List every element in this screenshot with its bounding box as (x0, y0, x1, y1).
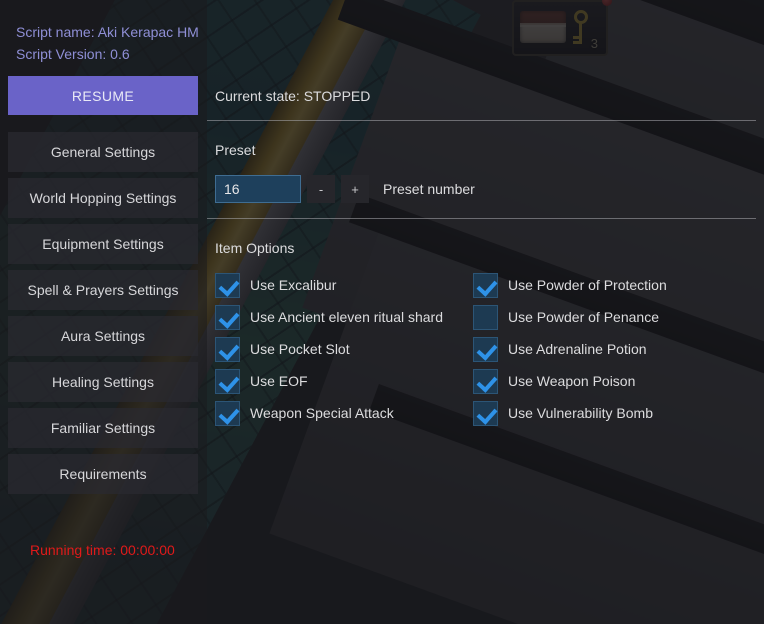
option-use-powder-of-protection[interactable]: Use Powder of Protection (473, 272, 713, 298)
section-divider (207, 120, 756, 121)
sidebar-item-label: General Settings (50, 144, 156, 160)
sidebar-item-healing-settings[interactable]: Healing Settings (8, 362, 198, 402)
option-label: Use Ancient eleven ritual shard (250, 309, 443, 325)
sidebar-item-general-settings[interactable]: General Settings (8, 132, 198, 172)
sidebar-item-spell-prayers-settings[interactable]: Spell & Prayers Settings (8, 270, 198, 310)
checkbox-icon[interactable] (215, 336, 240, 362)
option-label: Use Excalibur (250, 277, 337, 293)
sidebar-item-label: Aura Settings (60, 328, 146, 344)
checkbox-icon[interactable] (473, 336, 498, 362)
sidebar-item-label: Healing Settings (52, 374, 154, 390)
option-use-vulnerability-bomb[interactable]: Use Vulnerability Bomb (473, 400, 713, 426)
checkbox-icon[interactable] (473, 400, 498, 426)
minus-icon: - (318, 181, 324, 197)
script-name-label: Script name: Aki Kerapac HM (16, 24, 199, 40)
sidebar-item-label: Requirements (59, 466, 147, 482)
option-use-pocket-slot[interactable]: Use Pocket Slot (215, 336, 455, 362)
preset-increment-button[interactable]: + (341, 175, 369, 203)
preset-number-input[interactable] (215, 175, 301, 203)
preset-number-caption: Preset number (383, 181, 475, 197)
option-label: Use EOF (250, 373, 308, 389)
option-label: Use Adrenaline Potion (508, 341, 647, 357)
option-weapon-special-attack[interactable]: Weapon Special Attack (215, 400, 455, 426)
resume-button-label: RESUME (71, 87, 135, 104)
resume-button[interactable]: RESUME (8, 76, 198, 115)
option-use-ancient-eleven-ritual-shard[interactable]: Use Ancient eleven ritual shard (215, 304, 455, 330)
checkbox-icon[interactable] (215, 368, 240, 394)
option-use-eof[interactable]: Use EOF (215, 368, 455, 394)
app-window: 3 Script name: Aki Kerapac HM Script Ver… (0, 0, 764, 624)
sidebar-item-label: Spell & Prayers Settings (27, 282, 179, 298)
checkbox-icon[interactable] (215, 304, 240, 330)
script-metadata: Script name: Aki Kerapac HM Script Versi… (16, 21, 199, 65)
plus-icon: + (351, 181, 359, 197)
option-label: Use Weapon Poison (508, 373, 636, 389)
sidebar-item-requirements[interactable]: Requirements (8, 454, 198, 494)
preset-control-row: - + Preset number (215, 175, 475, 203)
preset-section-label: Preset (215, 142, 256, 158)
option-label: Use Pocket Slot (250, 341, 350, 357)
option-label: Use Powder of Penance (508, 309, 659, 325)
sidebar-item-familiar-settings[interactable]: Familiar Settings (8, 408, 198, 448)
sidebar-item-label: World Hopping Settings (29, 190, 177, 206)
preset-decrement-button[interactable]: - (307, 175, 335, 203)
checkbox-icon[interactable] (473, 304, 498, 330)
checkbox-icon[interactable] (473, 368, 498, 394)
checkbox-icon[interactable] (215, 400, 240, 426)
item-options-grid: Use Excalibur Use Powder of Protection U… (215, 272, 755, 426)
checkbox-icon[interactable] (473, 272, 498, 298)
option-label: Use Powder of Protection (508, 277, 667, 293)
checkbox-icon[interactable] (215, 272, 240, 298)
item-options-title: Item Options (215, 240, 295, 256)
option-label: Weapon Special Attack (250, 405, 394, 421)
option-use-excalibur[interactable]: Use Excalibur (215, 272, 455, 298)
sidebar-item-aura-settings[interactable]: Aura Settings (8, 316, 198, 356)
option-use-adrenaline-potion[interactable]: Use Adrenaline Potion (473, 336, 713, 362)
option-label: Use Vulnerability Bomb (508, 405, 653, 421)
section-divider (207, 218, 756, 219)
sidebar-item-label: Familiar Settings (50, 420, 156, 436)
sidebar-item-equipment-settings[interactable]: Equipment Settings (8, 224, 198, 264)
current-state-label: Current state: STOPPED (215, 88, 371, 104)
option-use-weapon-poison[interactable]: Use Weapon Poison (473, 368, 713, 394)
sidebar-item-label: Equipment Settings (42, 236, 164, 252)
sidebar-nav: General Settings World Hopping Settings … (8, 132, 198, 500)
option-use-powder-of-penance[interactable]: Use Powder of Penance (473, 304, 713, 330)
script-version-label: Script Version: 0.6 (16, 46, 130, 62)
running-time-label: Running time: 00:00:00 (30, 542, 175, 558)
sidebar-item-world-hopping-settings[interactable]: World Hopping Settings (8, 178, 198, 218)
